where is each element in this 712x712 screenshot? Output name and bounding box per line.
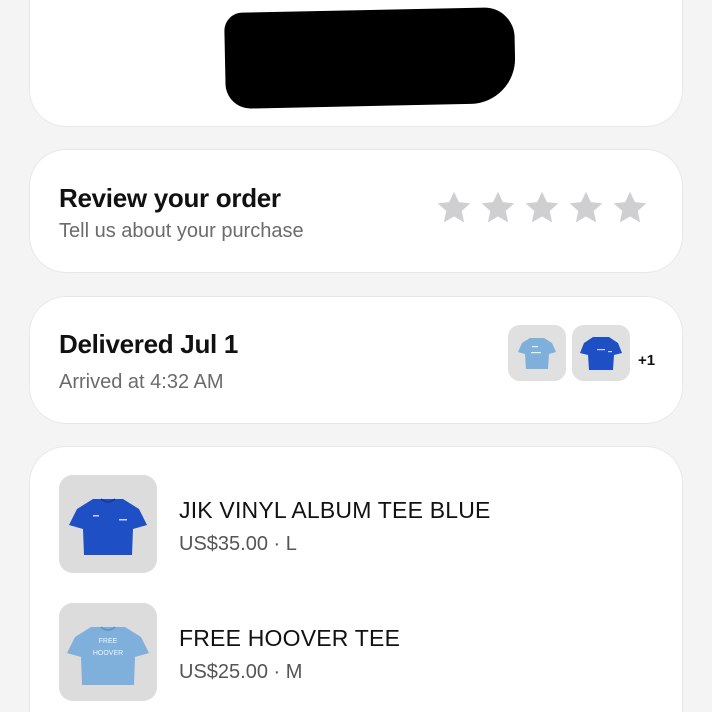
top-card (30, 0, 682, 126)
star-icon[interactable] (610, 188, 650, 228)
product-thumbnail (572, 325, 630, 381)
more-items-count: +1 (638, 352, 656, 369)
star-icon[interactable] (566, 188, 606, 228)
tee-print-text: HOOVER (93, 650, 123, 657)
star-icon[interactable] (478, 188, 518, 228)
star-icon[interactable] (434, 188, 474, 228)
order-items-card: JIK VINYL ALBUM TEE BLUE US$35.00 · L FR… (30, 447, 682, 712)
review-order-card[interactable]: Review your order Tell us about your pur… (30, 150, 682, 272)
product-price-size: US$25.00 · M (179, 661, 303, 683)
product-image: FREE HOOVER (59, 603, 157, 701)
product-thumbnail (508, 325, 566, 381)
redacted-content (224, 6, 516, 110)
delivery-status-card[interactable]: Delivered Jul 1 Arrived at 4:32 AM +1 (30, 297, 682, 423)
star-icon[interactable] (522, 188, 562, 228)
product-image (59, 475, 157, 573)
star-rating[interactable] (434, 188, 650, 228)
review-subtitle: Tell us about your purchase (59, 220, 304, 242)
list-item[interactable]: FREE HOOVER FREE HOOVER TEE US$25.00 · M (59, 603, 659, 703)
delivery-subtitle: Arrived at 4:32 AM (59, 371, 224, 393)
product-name: FREE HOOVER TEE (179, 625, 401, 651)
tee-print-text: FREE (99, 638, 118, 645)
delivery-title: Delivered Jul 1 (59, 329, 239, 359)
product-price-size: US$35.00 · L (179, 533, 297, 555)
product-name: JIK VINYL ALBUM TEE BLUE (179, 497, 491, 523)
list-item[interactable]: JIK VINYL ALBUM TEE BLUE US$35.00 · L (59, 475, 659, 575)
review-title: Review your order (59, 183, 281, 213)
